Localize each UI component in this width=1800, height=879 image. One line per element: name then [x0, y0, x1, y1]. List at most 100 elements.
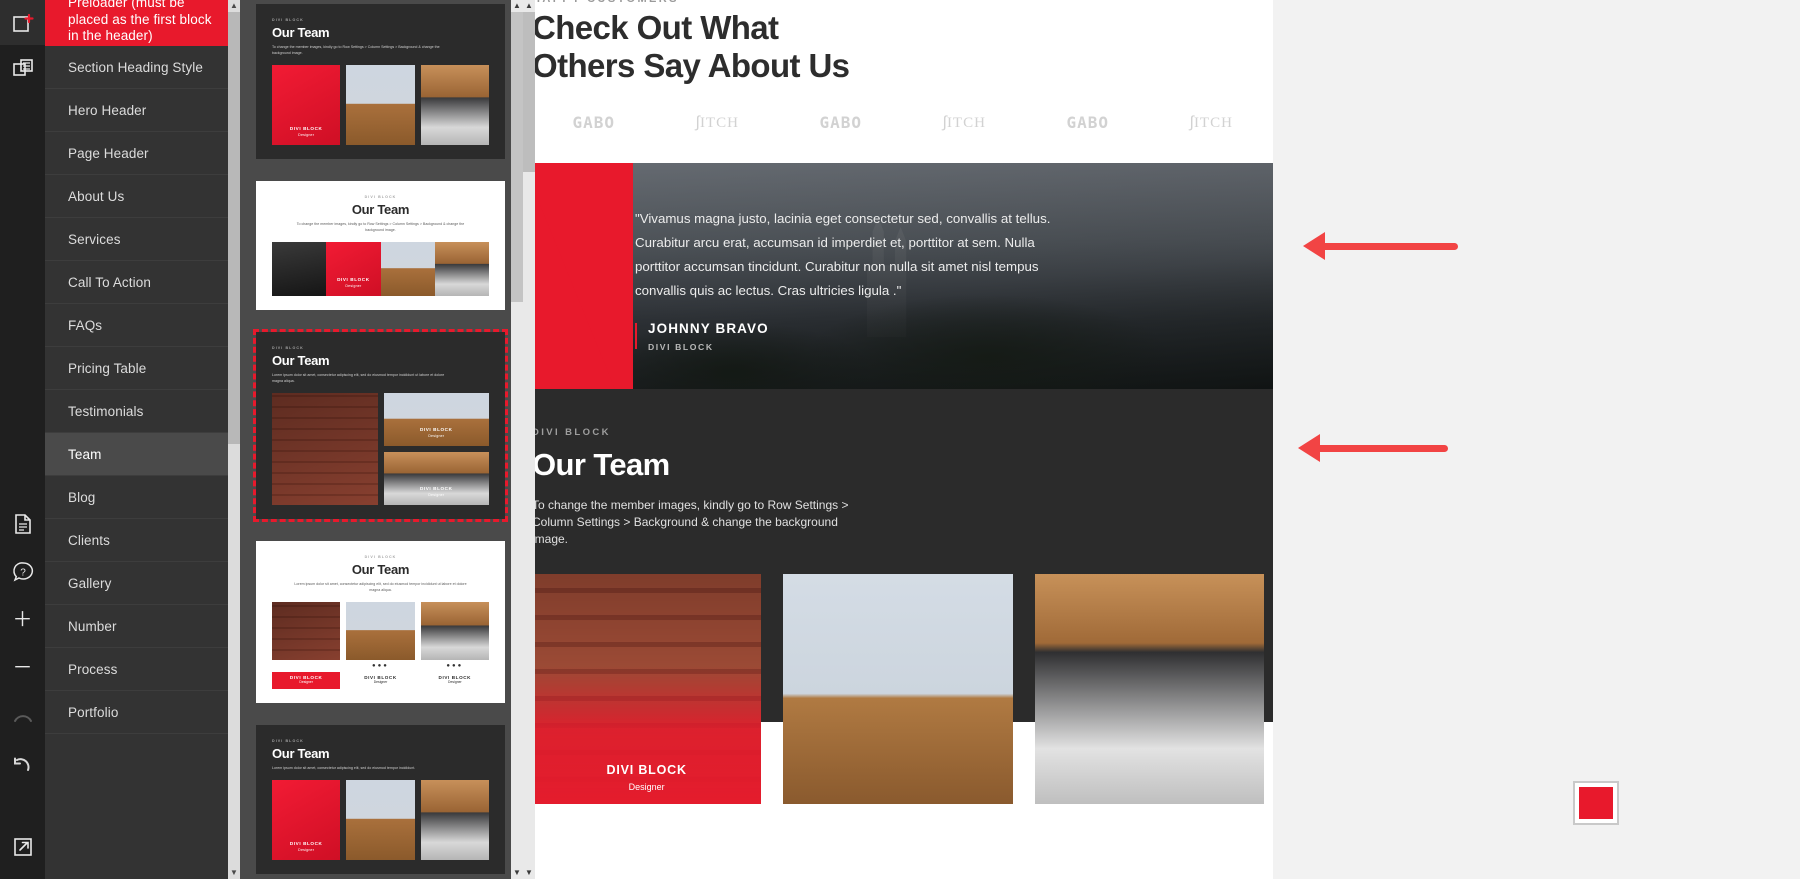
- thumbnail-title: Our Team: [272, 353, 330, 368]
- pitch-logo-text: ITCH: [699, 115, 739, 131]
- team-member-card[interactable]: [783, 574, 1013, 804]
- zoom-out-icon[interactable]: －: [0, 644, 45, 692]
- blocks-scroll-thumb[interactable]: [228, 12, 240, 444]
- thumbnail-card[interactable]: DIVI BLOCK Our Team To change the member i…: [256, 181, 505, 310]
- thumbs-scroll-thumb[interactable]: [511, 12, 523, 302]
- preview-scrollbar[interactable]: ▲ ▼: [523, 0, 535, 879]
- redo-icon[interactable]: [0, 692, 45, 740]
- testimonial-heading-line2: Others Say About Us: [532, 47, 850, 84]
- client-logo-row: GABO ∫ITCH GABO ∫ITCH GABO ∫ITCH: [532, 113, 1273, 163]
- document-icon[interactable]: [0, 500, 45, 548]
- arrow-shaft-top: [1318, 243, 1458, 250]
- thumbnail-card[interactable]: DIVI BLOCK Our Team Lorem ipsum dolor sit …: [256, 541, 505, 703]
- svg-text:?: ?: [20, 568, 26, 579]
- sidebar-item-hero-header[interactable]: Hero Header: [45, 89, 240, 132]
- thumbs-scroll-down-arrow[interactable]: ▼: [511, 867, 523, 879]
- thumbnail-subtitle: Lorem ipsum dolor sit amet, consectetur …: [272, 373, 445, 383]
- sidebar-item-label: Blog: [68, 489, 96, 505]
- undo-icon[interactable]: [0, 740, 45, 788]
- sidebar-item-team[interactable]: Team: [45, 433, 240, 476]
- sidebar-item-process[interactable]: Process: [45, 648, 240, 691]
- sidebar-item-gallery[interactable]: Gallery: [45, 562, 240, 605]
- testimonial-heading: Check Out What Others Say About Us: [532, 9, 1273, 85]
- sidebar-item-faqs[interactable]: FAQs: [45, 304, 240, 347]
- preview-scroll-down-arrow[interactable]: ▼: [523, 867, 535, 879]
- thumbnail-member-label: DIVI BLOCK Designer: [272, 126, 340, 137]
- sidebar-item-section-heading-style[interactable]: Section Heading Style: [45, 46, 240, 89]
- thumbnail-image-cell: [272, 393, 378, 505]
- sidebar-item-clients[interactable]: Clients: [45, 519, 240, 562]
- document-glyph: [14, 514, 31, 534]
- team-member-card[interactable]: [1034, 574, 1264, 804]
- sidebar-item-number[interactable]: Number: [45, 605, 240, 648]
- sidebar-item-services[interactable]: Services: [45, 218, 240, 261]
- sidebar-item-about-us[interactable]: About Us: [45, 175, 240, 218]
- sidebar-item-pricing-table[interactable]: Pricing Table: [45, 347, 240, 390]
- thumbnail-member-label: DIVI BLOCK Designer: [326, 277, 380, 288]
- thumbnail-subtitle: To change the member images, kindly go t…: [296, 222, 465, 232]
- color-swatch[interactable]: [1573, 781, 1619, 825]
- zoom-in-icon[interactable]: ＋: [0, 596, 45, 644]
- thumbnail-member-label: DIVI BLOCK Designer: [272, 841, 340, 852]
- thumbnail-image-cell: DIVI BLOCK Designer: [383, 393, 489, 446]
- arrow-annotation-top: [1303, 232, 1458, 260]
- sidebar-item-blog[interactable]: Blog: [45, 476, 240, 519]
- sidebar-item-label: Call To Action: [68, 274, 151, 290]
- app-root: ? ＋ － Preloader (must be placed as the f…: [0, 0, 1800, 879]
- sidebar-item-call-to-action[interactable]: Call To Action: [45, 261, 240, 304]
- thumbnail-title: Our Team: [272, 25, 330, 40]
- sidebar-item-label: Hero Header: [68, 102, 147, 118]
- preview-scroll-thumb[interactable]: [523, 12, 535, 172]
- team-member-role: Designer: [628, 782, 665, 792]
- testimonial-author: JOHNNY BRAVO DIVI BLOCK: [635, 321, 1075, 352]
- add-block-icon[interactable]: [0, 0, 45, 45]
- sidebar-item-label: Page Header: [68, 145, 149, 161]
- preview-scroll-up-arrow[interactable]: ▲: [523, 0, 535, 12]
- arrow-shaft-bottom: [1313, 445, 1448, 452]
- blocks-scroll-up-arrow[interactable]: ▲: [228, 0, 240, 12]
- thumbnail-member-name: DIVI BLOCK: [419, 427, 453, 432]
- thumbnail-content: DIVI BLOCK Our Team Lorem ipsum dolor sit …: [256, 725, 505, 874]
- team-eyebrow: DIVI BLOCK: [532, 427, 611, 438]
- thumbnail-member-role: Designer: [298, 848, 315, 852]
- thumbnail-member-role: Designer: [298, 133, 315, 137]
- thumbnail-content: DIVI BLOCK Our Team To change the member i…: [256, 4, 505, 159]
- thumbnail-image-grid: DIVI BLOCK Designer DIVI BLOCK Designer: [272, 393, 489, 505]
- blocks-scrollbar[interactable]: ▲ ▼: [228, 0, 240, 879]
- thumbs-scroll-up-arrow[interactable]: ▲: [511, 0, 523, 12]
- thumbnail-card[interactable]: DIVI BLOCK Our Team To change the member i…: [256, 4, 505, 159]
- social-dots-icon: ●●●: [297, 663, 315, 669]
- sidebar-item-page-header[interactable]: Page Header: [45, 132, 240, 175]
- testimonial-quote-block: "Vivamus magna justo, lacinia eget conse…: [635, 207, 1075, 352]
- duplicate-block-icon[interactable]: [0, 45, 45, 90]
- sidebar-item-portfolio[interactable]: Portfolio: [45, 691, 240, 734]
- sidebar-item-label: Portfolio: [68, 704, 119, 720]
- team-member-card[interactable]: DIVI BLOCK Designer: [532, 574, 762, 804]
- layout-thumbnails-column: DIVI BLOCK Our Team To change the member i…: [240, 0, 523, 879]
- open-external-icon[interactable]: [0, 824, 45, 869]
- thumbnail-image-cell: [346, 65, 415, 145]
- thumbnail-member-role: Designer: [373, 680, 388, 684]
- thumbnail-subtitle: Lorem ipsum dolor sit amet, consectetur …: [294, 582, 467, 592]
- gabo-logo-text: GABO: [819, 113, 863, 132]
- zoom-in-glyph: ＋: [12, 609, 33, 631]
- right-canvas: [1273, 0, 1800, 879]
- pitch-logo: ∫ITCH: [903, 114, 1027, 132]
- team-subtitle: To change the member images, kindly go t…: [532, 498, 849, 546]
- red-wedge-shape: [523, 163, 633, 389]
- thumbnail-card[interactable]: DIVI BLOCK Our Team Lorem ipsum dolor sit …: [253, 329, 508, 522]
- thumbnail-member-label: DIVI BLOCK Designer: [272, 672, 341, 689]
- team-member-label: DIVI BLOCK Designer: [532, 763, 761, 792]
- thumbnail-member-label: DIVI BLOCK Designer: [420, 672, 489, 689]
- thumbnail-card[interactable]: DIVI BLOCK Our Team Lorem ipsum dolor sit …: [256, 725, 505, 874]
- blocks-scroll-down-arrow[interactable]: ▼: [228, 867, 240, 879]
- team-section: DIVI BLOCK Our Team To change the member…: [523, 389, 1273, 804]
- help-icon[interactable]: ?: [0, 548, 45, 596]
- thumbnail-image-cell: [420, 65, 489, 145]
- sidebar-item-label: Process: [68, 661, 118, 677]
- thumbnails-scrollbar[interactable]: ▲ ▼: [511, 0, 523, 879]
- thumbnail-member-role: Designer: [448, 680, 462, 684]
- thumbnail-member-role: Designer: [345, 284, 362, 288]
- sidebar-item-testimonials[interactable]: Testimonials: [45, 390, 240, 433]
- team-title: Our Team: [532, 447, 670, 482]
